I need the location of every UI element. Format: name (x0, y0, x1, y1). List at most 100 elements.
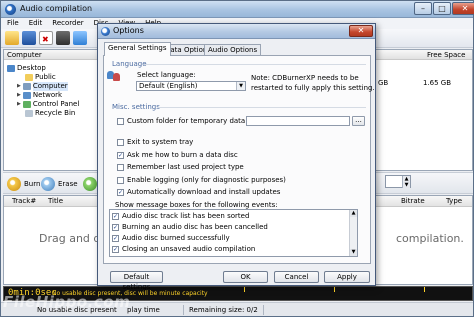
save-icon[interactable] (22, 31, 36, 45)
tab-audio-options[interactable]: Audio Options (204, 44, 262, 55)
options-dialog: Options ✕ General Settings Data Options … (97, 23, 376, 291)
language-select[interactable]: Default (English) ▼ (136, 81, 246, 91)
language-note-line-2: restarted to fully apply this setting. (251, 84, 375, 92)
listbox-scrollbar[interactable]: ▲ ▼ (349, 210, 357, 256)
temp-folder-input[interactable] (246, 116, 350, 126)
checkbox-checked[interactable]: ✓ (112, 223, 119, 231)
new-project-icon[interactable] (5, 31, 19, 45)
tree-item-public[interactable]: Public (25, 73, 56, 82)
auto-update-checkbox[interactable]: ✓ Automatically download and install upd… (117, 188, 280, 196)
checkbox-checked[interactable]: ✓ (117, 188, 124, 196)
users-icon (107, 69, 121, 82)
tree-item-recycle-bin[interactable]: Recycle Bin (25, 109, 75, 118)
column-title[interactable]: Title (48, 197, 63, 206)
print-icon[interactable] (56, 31, 70, 45)
checkbox-checked[interactable]: ✓ (112, 234, 119, 242)
checkbox[interactable] (117, 138, 124, 146)
tab-general-settings[interactable]: General Settings (104, 42, 171, 56)
menu-edit[interactable]: Edit (29, 18, 43, 29)
copies-spinner[interactable]: ▲ ▼ (385, 175, 411, 188)
language-note-line-1: Note: CDBurnerXP needs to be (251, 74, 359, 82)
control-panel-icon (22, 101, 31, 108)
drag-hint-right: compilation. (396, 232, 464, 245)
capacity-tick (424, 287, 425, 292)
checkbox-checked[interactable]: ✓ (112, 212, 119, 220)
status-remaining: Remaining size: 0/2 (189, 306, 258, 314)
enable-logging-checkbox[interactable]: Enable logging (only for diagnostic purp… (117, 176, 286, 184)
apply-button[interactable]: Apply (324, 271, 370, 283)
copy-icon[interactable] (73, 31, 87, 45)
computer-icon (22, 83, 31, 90)
event-item[interactable]: ✓ Closing an unsaved audio compilation (112, 245, 255, 253)
expand-arrow-icon[interactable]: ▶ (17, 100, 21, 109)
drive-list-header: Free Space (375, 50, 472, 60)
checkbox[interactable] (117, 163, 124, 171)
dialog-title-bar: Options ✕ (98, 24, 375, 39)
event-item[interactable]: ✓ Audio disc burned successfully (112, 234, 230, 242)
status-play-time: play time (127, 306, 160, 314)
drive-free-cell: 1.65 GB (423, 79, 452, 87)
status-divider (263, 305, 264, 315)
group-divider (158, 107, 366, 108)
expand-arrow-icon[interactable]: ▶ (17, 91, 21, 100)
erase-icon (41, 177, 55, 191)
cut-icon[interactable]: ✖ (39, 31, 53, 45)
exit-to-tray-checkbox[interactable]: Exit to system tray (117, 138, 193, 146)
ask-burn-checkbox[interactable]: ✓ Ask me how to burn a data disc (117, 151, 238, 159)
checkbox-checked[interactable]: ✓ (117, 151, 124, 159)
event-item[interactable]: ✓ Burning an audio disc has been cancell… (112, 223, 268, 231)
remember-project-type-checkbox[interactable]: Remember last used project type (117, 163, 244, 171)
scroll-down-icon[interactable]: ▼ (350, 249, 357, 256)
tree-item-desktop[interactable]: Desktop (7, 64, 46, 73)
tree-item-network[interactable]: ▶ Network (17, 91, 62, 100)
tree-item-control-panel[interactable]: ▶ Control Panel (17, 100, 79, 109)
select-language-label: Select language: (137, 71, 196, 79)
location-header[interactable]: Computer (4, 50, 103, 60)
drive-size-cell: GB (378, 79, 389, 87)
close-button[interactable]: ✕ (452, 2, 474, 15)
window-controls: – □ ✕ (414, 2, 474, 15)
chevron-down-icon: ▼ (236, 82, 245, 90)
custom-folder-checkbox[interactable]: Custom folder for temporary data: (117, 117, 248, 125)
events-label: Show message boxes for the following eve… (115, 201, 278, 209)
tree-item-computer[interactable]: ▶ Computer (17, 82, 68, 91)
default-settings-button[interactable]: Default settings (110, 271, 163, 291)
spinner-down-icon[interactable]: ▼ (402, 182, 410, 188)
checkbox[interactable] (117, 176, 124, 184)
folder-tree-pane: Computer Desktop Public ▶ Computer ▶ Net… (3, 49, 104, 171)
expand-arrow-icon[interactable]: ▶ (17, 82, 21, 91)
events-listbox[interactable]: ✓ Audio disc track list has been sorted … (109, 209, 358, 257)
dialog-title: Options (113, 26, 144, 35)
ok-button[interactable]: OK (223, 271, 268, 283)
column-bitrate[interactable]: Bitrate (401, 197, 425, 206)
browse-button[interactable]: ... (352, 116, 365, 126)
column-type[interactable]: Type (446, 197, 462, 206)
desktop-icon (7, 65, 15, 72)
cancel-button[interactable]: Cancel (274, 271, 319, 283)
checkbox-checked[interactable]: ✓ (112, 245, 119, 253)
burn-icon (7, 177, 21, 191)
checkbox[interactable] (117, 117, 124, 125)
scroll-up-icon[interactable]: ▲ (350, 210, 357, 217)
misc-group-label: Misc. settings (112, 103, 160, 111)
add-tracks-button[interactable] (83, 177, 97, 191)
menu-file[interactable]: File (7, 18, 19, 29)
group-divider (144, 64, 366, 65)
capacity-tick (244, 287, 245, 292)
menu-recorder[interactable]: Recorder (52, 18, 83, 29)
burn-button[interactable]: Burn (7, 177, 40, 191)
window-title: Audio compilation (20, 4, 93, 13)
maximize-button[interactable]: □ (433, 2, 451, 15)
status-divider (183, 305, 184, 315)
add-icon (83, 177, 97, 191)
drag-hint-left: Drag and dr (39, 232, 105, 245)
dialog-close-button[interactable]: ✕ (349, 25, 373, 37)
column-track[interactable]: Track# (12, 197, 36, 206)
column-free-space[interactable]: Free Space (427, 50, 465, 60)
network-icon (22, 92, 31, 99)
erase-button[interactable]: Erase (41, 177, 78, 191)
drive-info-pane: Free Space GB 1.65 GB (374, 49, 473, 171)
event-item[interactable]: ✓ Audio disc track list has been sorted (112, 212, 249, 220)
minimize-button[interactable]: – (414, 2, 432, 15)
options-icon (101, 27, 110, 36)
